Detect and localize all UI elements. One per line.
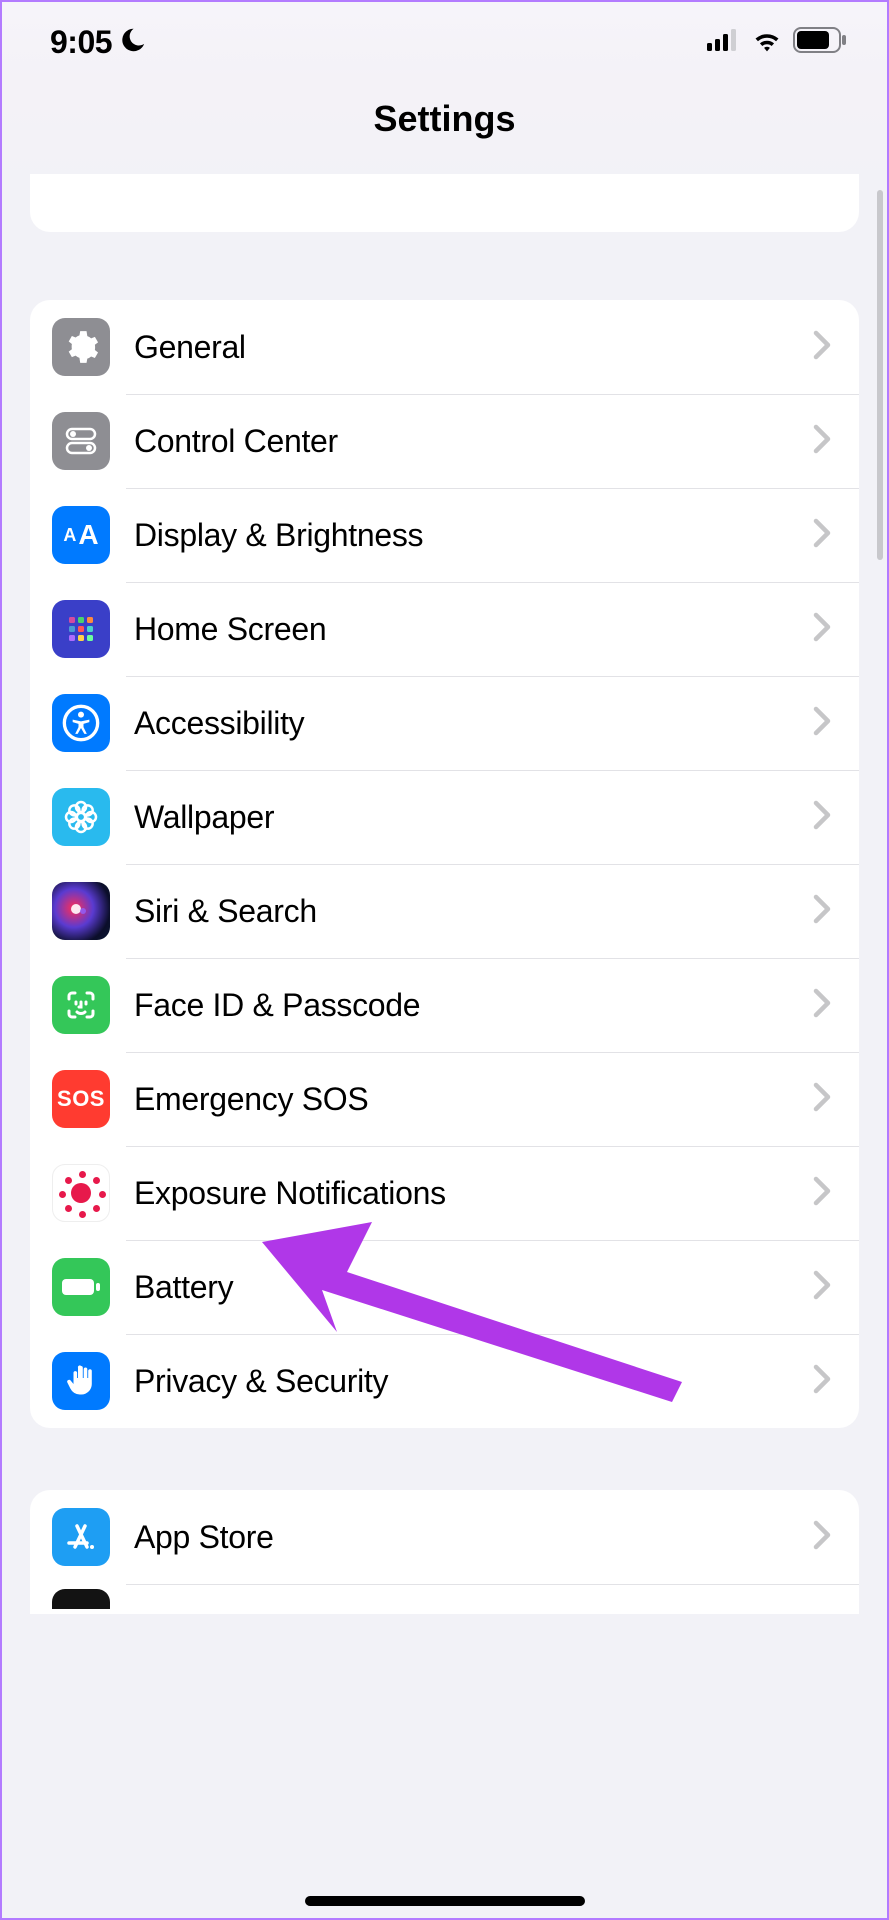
battery-icon <box>793 27 847 58</box>
settings-row-accessibility[interactable]: Accessibility <box>30 676 859 770</box>
settings-row-label: Control Center <box>134 423 813 460</box>
settings-row-label: Exposure Notifications <box>134 1175 813 1212</box>
settings-row-face-id-passcode[interactable]: Face ID & Passcode <box>30 958 859 1052</box>
text-size-icon: AA <box>52 506 110 564</box>
hand-privacy-icon <box>52 1352 110 1410</box>
settings-group-device: General Control Center AA Display & Brig… <box>30 300 859 1428</box>
settings-row-general[interactable]: General <box>30 300 859 394</box>
sos-icon: SOS <box>52 1070 110 1128</box>
settings-row-screen-time[interactable]: Screen Time <box>30 174 859 228</box>
settings-row-label: Battery <box>134 1269 813 1306</box>
settings-row-home-screen[interactable]: Home Screen <box>30 582 859 676</box>
chevron-right-icon <box>813 800 831 835</box>
accessibility-icon <box>52 694 110 752</box>
settings-row-partial-bottom[interactable] <box>30 1584 859 1614</box>
status-right <box>707 27 847 58</box>
settings-row-battery[interactable]: Battery <box>30 1240 859 1334</box>
settings-row-label: General <box>134 329 813 366</box>
exposure-icon <box>52 1164 110 1222</box>
app-grid-icon <box>52 600 110 658</box>
gear-icon <box>52 318 110 376</box>
face-id-icon <box>52 976 110 1034</box>
settings-row-label: Accessibility <box>134 705 813 742</box>
settings-row-privacy-security[interactable]: Privacy & Security <box>30 1334 859 1428</box>
chevron-right-icon <box>813 706 831 741</box>
settings-row-exposure-notifications[interactable]: Exposure Notifications <box>30 1146 859 1240</box>
settings-screen: 9:05 <box>2 2 887 1918</box>
chevron-right-icon <box>813 330 831 365</box>
cellular-signal-icon <box>707 29 741 56</box>
chevron-right-icon <box>813 424 831 459</box>
settings-group-partial-top: Screen Time <box>30 174 859 232</box>
chevron-right-icon <box>813 894 831 929</box>
chevron-right-icon <box>813 1082 831 1117</box>
toggle-switches-icon <box>52 412 110 470</box>
settings-row-emergency-sos[interactable]: SOS Emergency SOS <box>30 1052 859 1146</box>
settings-row-label: Siri & Search <box>134 893 813 930</box>
settings-row-display-brightness[interactable]: AA Display & Brightness <box>30 488 859 582</box>
settings-row-app-store[interactable]: App Store <box>30 1490 859 1584</box>
scroll-indicator[interactable] <box>877 190 883 560</box>
partial-icon <box>52 1589 110 1609</box>
chevron-right-icon <box>813 612 831 647</box>
settings-row-control-center[interactable]: Control Center <box>30 394 859 488</box>
status-left: 9:05 <box>50 24 148 61</box>
chevron-right-icon <box>813 988 831 1023</box>
status-bar: 9:05 <box>2 2 887 82</box>
chevron-right-icon <box>813 1364 831 1399</box>
wifi-icon <box>751 28 783 57</box>
settings-row-wallpaper[interactable]: Wallpaper <box>30 770 859 864</box>
page-title: Settings <box>2 98 887 140</box>
settings-row-label: Privacy & Security <box>134 1363 813 1400</box>
settings-row-label: Emergency SOS <box>134 1081 813 1118</box>
settings-row-label: Home Screen <box>134 611 813 648</box>
settings-row-label: Display & Brightness <box>134 517 813 554</box>
settings-row-siri-search[interactable]: Siri & Search <box>30 864 859 958</box>
settings-row-label: Wallpaper <box>134 799 813 836</box>
chevron-right-icon <box>813 1176 831 1211</box>
settings-row-label: Face ID & Passcode <box>134 987 813 1024</box>
flower-icon <box>52 788 110 846</box>
chevron-right-icon <box>813 1520 831 1555</box>
siri-icon <box>52 882 110 940</box>
chevron-right-icon <box>813 518 831 553</box>
status-time: 9:05 <box>50 24 112 61</box>
navigation-header: Settings <box>2 82 887 174</box>
settings-group-store: App Store <box>30 1490 859 1614</box>
do-not-disturb-icon <box>118 25 148 60</box>
battery-full-icon <box>52 1258 110 1316</box>
chevron-right-icon <box>813 1270 831 1305</box>
app-store-icon <box>52 1508 110 1566</box>
home-indicator[interactable] <box>305 1896 585 1906</box>
sos-text: SOS <box>57 1086 105 1112</box>
settings-row-label: App Store <box>134 1519 813 1556</box>
